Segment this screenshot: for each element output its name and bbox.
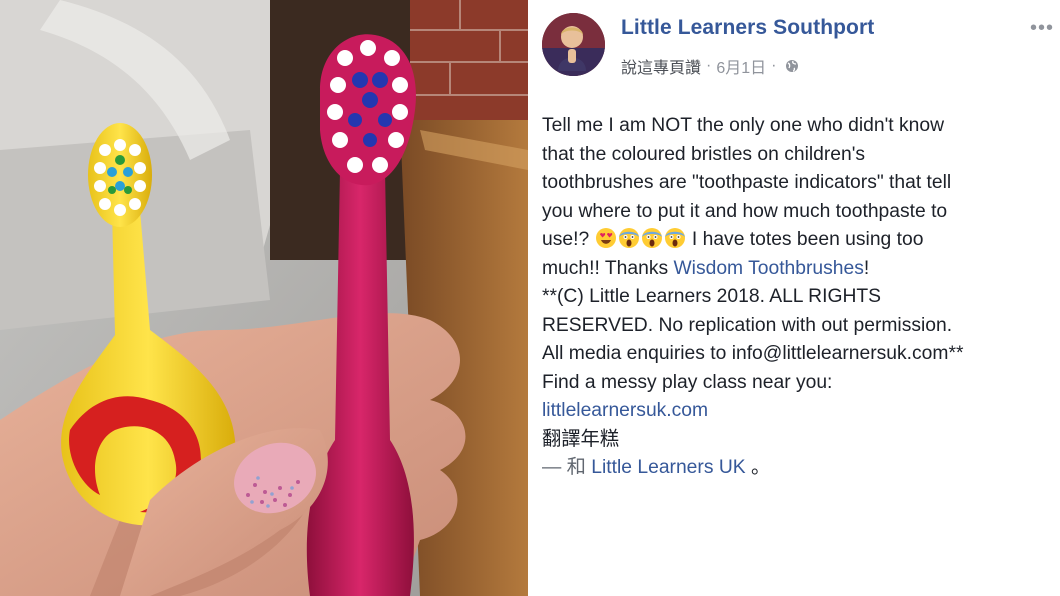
little-learners-uk-link[interactable]: Little Learners UK — [591, 457, 745, 478]
post-meta: 說這專頁讚 · 6月1日 · — [621, 54, 799, 78]
post-text-line: use!? I have totes been using too — [542, 226, 1060, 255]
post-text-line: **(C) Little Learners 2018. ALL RIGHTS — [542, 286, 882, 307]
screaming-face-emoji — [618, 228, 639, 248]
toothbrushes-photo — [0, 0, 528, 596]
meta-separator: · — [706, 57, 712, 74]
facebook-post: Little Learners Southport ••• 說這專頁讚 · 6月… — [528, 0, 1060, 596]
avatar-image — [542, 13, 605, 76]
post-text-fragment: I have totes been using too — [686, 229, 924, 250]
post-text-line: that the coloured bristles on children's — [542, 143, 866, 165]
post-text-line: Find a messy play class near you: — [542, 371, 833, 393]
post-text-line: All media enquiries to info@littlelearne… — [542, 343, 964, 364]
post-text-fragment: much!! Thanks — [542, 257, 674, 279]
post-text-fragment: ! — [863, 257, 870, 279]
like-page-link[interactable]: 說這專頁讚 — [621, 54, 701, 78]
globe-icon — [786, 60, 799, 72]
translate-link[interactable]: 翻譯年糕 — [542, 429, 619, 450]
post-text-line: Tell me I am NOT the only one who didn't… — [542, 115, 944, 136]
post-date-link[interactable]: 6月1日 — [716, 54, 766, 78]
post-body: Tell me I am NOT the only one who didn't… — [542, 112, 1060, 483]
meta-separator: · — [771, 57, 777, 74]
screaming-face-emoji — [641, 228, 662, 248]
website-link[interactable]: littlelearnersuk.com — [542, 400, 708, 421]
post-text-line: littlelearnersuk.com — [542, 397, 1060, 426]
post-text-fragment: use!? — [542, 229, 595, 250]
wisdom-toothbrushes-link[interactable]: Wisdom Toothbrushes — [673, 258, 863, 279]
with-suffix: 。 — [745, 457, 771, 478]
post-text-line: 翻譯年糕 — [542, 426, 1060, 455]
more-options-icon[interactable]: ••• — [1030, 18, 1054, 38]
with-prefix: — 和 — [542, 457, 592, 478]
post-text-line: — 和 Little Learners UK 。 — [542, 454, 1060, 483]
post-photo[interactable] — [0, 0, 528, 596]
post-text-line: RESERVED. No replication with out permis… — [542, 314, 953, 336]
page-name-link[interactable]: Little Learners Southport — [621, 16, 874, 40]
post-text-line: toothbrushes are "toothpaste indicators"… — [542, 172, 952, 193]
post-text-line: much!! Thanks Wisdom Toothbrushes! — [542, 255, 1060, 284]
heart-eyes-emoji — [595, 228, 616, 248]
post-text-line: you where to put it and how much toothpa… — [542, 200, 948, 222]
screaming-face-emoji — [664, 228, 685, 248]
page-avatar[interactable] — [542, 13, 605, 76]
